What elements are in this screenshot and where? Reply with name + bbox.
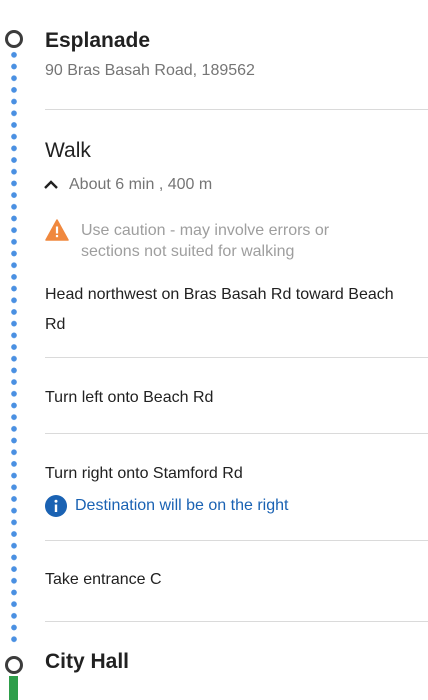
destination-note-text: Destination will be on the right <box>75 497 289 514</box>
walking-dotted-line <box>11 49 17 645</box>
step-item: Take entrance C <box>45 571 162 588</box>
caution-text: Use caution - may involve errors or sect… <box>81 222 330 260</box>
transit-line-segment <box>9 676 18 700</box>
step-item: Turn left onto Beach Rd <box>45 389 214 406</box>
step-item: Head northwest on Bras Basah Rd toward B… <box>45 286 394 333</box>
divider <box>45 540 428 541</box>
origin-stop-marker <box>5 30 23 48</box>
step-item: Turn right onto Stamford Rd <box>45 465 243 482</box>
destination-stop-marker <box>5 656 23 674</box>
divider <box>45 109 428 110</box>
chevron-up-icon <box>44 180 58 189</box>
origin-address: 90 Bras Basah Road, 189562 <box>45 62 255 79</box>
divider <box>45 433 428 434</box>
info-circle-icon <box>45 495 67 517</box>
walk-title: Walk <box>45 139 91 162</box>
destination-name: City Hall <box>45 650 130 673</box>
walk-summary-text: About 6 min , 400 m <box>69 176 213 193</box>
warning-triangle-icon <box>45 219 69 241</box>
caution-notice: Use caution - may involve errors or sect… <box>45 219 391 262</box>
destination-note: Destination will be on the right <box>45 495 288 517</box>
route-timeline <box>0 0 30 700</box>
origin-name: Esplanade <box>45 29 151 52</box>
divider <box>45 621 428 622</box>
divider <box>45 357 428 358</box>
walk-summary-toggle[interactable]: About 6 min , 400 m <box>44 176 213 194</box>
